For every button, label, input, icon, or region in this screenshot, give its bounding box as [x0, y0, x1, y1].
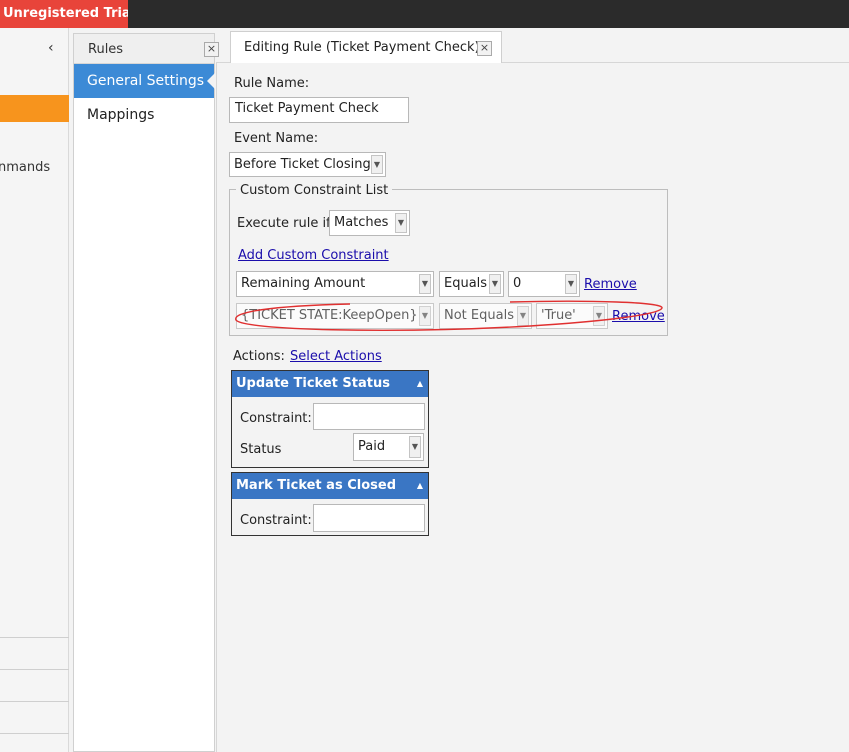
chevron-down-icon: ▼	[565, 274, 577, 294]
chevron-left-icon[interactable]: ‹	[48, 40, 54, 56]
close-icon[interactable]: ×	[204, 42, 219, 57]
constraint-field-select[interactable]: Remaining Amount ▼	[236, 271, 434, 297]
action-mark-ticket-closed: Mark Ticket as Closed ▲ Constraint:	[231, 472, 429, 536]
rules-panel: Rules × General Settings Mappings	[73, 33, 219, 752]
action-status-value: Paid	[358, 439, 386, 454]
annotation-stroke	[235, 300, 663, 331]
action-update-ticket-status: Update Ticket Status ▲ Constraint: Statu…	[231, 370, 429, 468]
rules-item-general-settings[interactable]: General Settings	[74, 64, 215, 98]
event-name-value: Before Ticket Closing	[234, 157, 371, 172]
chevron-down-icon: ▼	[489, 274, 501, 294]
action-header[interactable]: Update Ticket Status ▲	[232, 371, 428, 397]
tab-title: Editing Rule (Ticket Payment Check)	[244, 40, 480, 55]
nav-item-commands[interactable]: nmands	[0, 160, 50, 175]
chevron-down-icon: ▼	[409, 436, 421, 458]
constraint-value-select[interactable]: 0 ▼	[508, 271, 580, 297]
rules-item-mappings[interactable]: Mappings	[74, 98, 214, 132]
rule-name-input[interactable]: Ticket Payment Check	[229, 97, 409, 123]
nav-item-active[interactable]	[0, 95, 69, 122]
close-icon[interactable]: ×	[477, 41, 492, 56]
triangle-up-icon[interactable]: ▲	[417, 371, 423, 397]
chevron-down-icon: ▼	[371, 155, 383, 174]
triangle-up-icon[interactable]: ▲	[417, 473, 423, 499]
event-name-select[interactable]: Before Ticket Closing ▼	[229, 152, 386, 177]
constraint-list-legend: Custom Constraint List	[236, 183, 393, 198]
chevron-down-icon: ▼	[395, 213, 407, 233]
execute-rule-value: Matches	[334, 215, 389, 230]
title-bar: Unregistered Trial	[0, 0, 849, 28]
action-constraint-label: Constraint:	[240, 411, 312, 426]
nav-divider	[0, 637, 69, 638]
action-title: Update Ticket Status	[236, 376, 390, 391]
action-constraint-input[interactable]	[313, 504, 425, 532]
trial-badge: Unregistered Trial	[0, 0, 128, 28]
select-actions-link[interactable]: Select Actions	[290, 349, 382, 364]
nav-divider	[0, 733, 69, 734]
execute-rule-label: Execute rule if	[237, 216, 331, 231]
constraint-value-value: 0	[513, 276, 522, 291]
annotation-ellipse	[235, 300, 663, 331]
remove-constraint-link[interactable]: Remove	[584, 277, 637, 292]
action-constraint-label: Constraint:	[240, 513, 312, 528]
nav-divider	[0, 669, 69, 670]
constraint-operator-value: Equals	[444, 276, 488, 291]
event-name-label: Event Name:	[234, 131, 319, 146]
rule-name-label: Rule Name:	[234, 76, 310, 91]
add-custom-constraint-link[interactable]: Add Custom Constraint	[238, 248, 389, 263]
rules-panel-title: Rules	[88, 42, 124, 57]
tab-editing-rule[interactable]: Editing Rule (Ticket Payment Check) ×	[230, 31, 502, 63]
actions-label: Actions:	[233, 349, 285, 364]
execute-rule-select[interactable]: Matches ▼	[329, 210, 410, 236]
action-header[interactable]: Mark Ticket as Closed ▲	[232, 473, 428, 499]
action-status-select[interactable]: Paid ▼	[353, 433, 424, 461]
action-title: Mark Ticket as Closed	[236, 478, 396, 493]
left-nav: ‹ nmands	[0, 28, 69, 752]
constraint-field-value: Remaining Amount	[241, 276, 366, 291]
constraint-operator-select[interactable]: Equals ▼	[439, 271, 504, 297]
nav-divider	[0, 701, 69, 702]
chevron-down-icon: ▼	[419, 274, 431, 294]
action-status-label: Status	[240, 442, 282, 457]
action-constraint-input[interactable]	[313, 403, 425, 430]
rules-panel-header: Rules ×	[74, 34, 219, 64]
